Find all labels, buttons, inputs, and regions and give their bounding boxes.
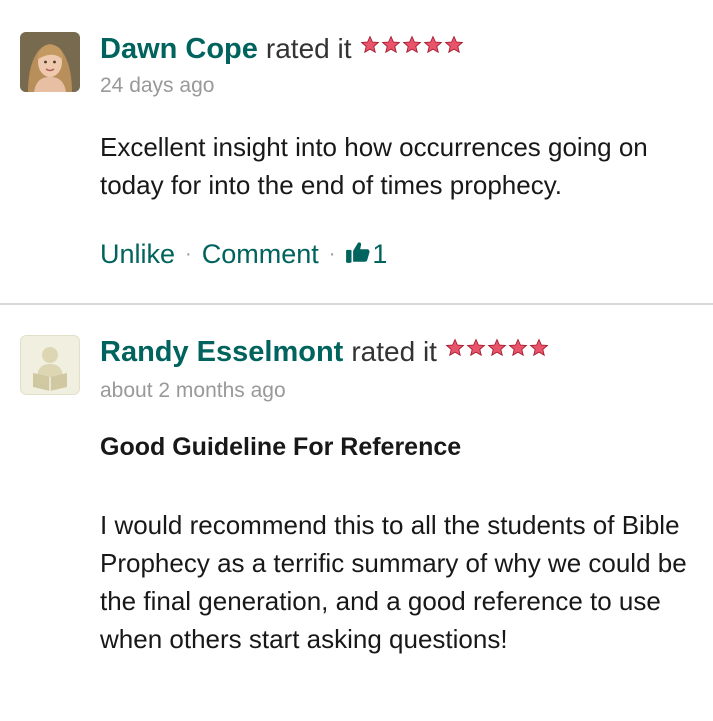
review-header: Randy Esselmont rated it bbox=[100, 336, 703, 376]
star-icon bbox=[508, 338, 528, 357]
review-body: I would recommend this to all the studen… bbox=[100, 510, 687, 654]
reviewer-avatar-placeholder[interactable] bbox=[20, 335, 80, 395]
star-icon bbox=[423, 35, 442, 54]
rating-stars bbox=[445, 338, 550, 358]
review-header: Dawn Cope rated it bbox=[100, 33, 703, 73]
comment-link[interactable]: Comment bbox=[202, 239, 319, 270]
review-actions: Unlike · Comment · 1 bbox=[100, 234, 387, 274]
review-body: Excellent insight into how occurrences g… bbox=[100, 132, 648, 200]
action-separator: · bbox=[185, 242, 192, 265]
review-title: Good Guideline For Reference bbox=[100, 433, 462, 461]
reviewer-avatar[interactable] bbox=[20, 32, 80, 92]
rating-stars bbox=[360, 35, 465, 55]
action-separator: · bbox=[328, 242, 336, 265]
review-timestamp-link[interactable]: about 2 months ago bbox=[100, 379, 286, 403]
review-item: Dawn Cope rated it 24 days ago Excellent… bbox=[0, 0, 713, 305]
review-timestamp-link[interactable]: 24 days ago bbox=[100, 74, 214, 98]
star-icon bbox=[360, 35, 379, 54]
unlike-link[interactable]: Unlike bbox=[100, 239, 175, 270]
star-icon bbox=[381, 35, 400, 54]
rated-label: rated it bbox=[351, 336, 437, 367]
star-icon bbox=[444, 35, 463, 54]
star-icon bbox=[402, 35, 421, 54]
like-count[interactable]: 1 bbox=[372, 239, 387, 270]
thumbs-up-icon[interactable] bbox=[345, 239, 371, 265]
star-icon bbox=[529, 338, 549, 357]
reviewer-name-link[interactable]: Dawn Cope bbox=[100, 33, 258, 66]
star-icon bbox=[466, 338, 486, 357]
rated-label: rated it bbox=[265, 33, 352, 64]
star-icon bbox=[445, 338, 465, 357]
review-item: Randy Esselmont rated it about 2 months … bbox=[0, 305, 713, 721]
star-icon bbox=[487, 338, 507, 357]
reviewer-name-link[interactable]: Randy Esselmont bbox=[100, 336, 343, 369]
